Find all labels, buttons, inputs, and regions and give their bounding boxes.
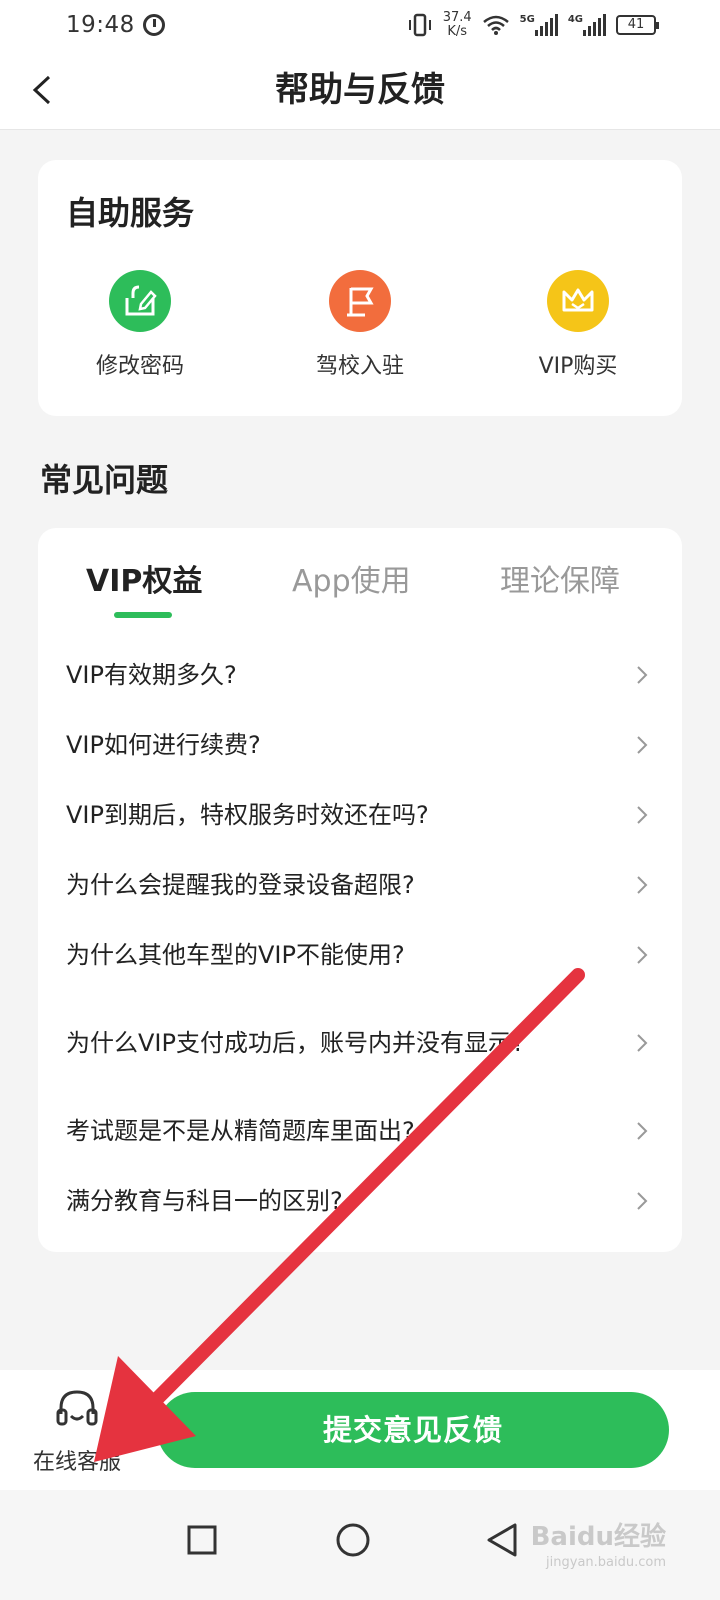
vibrate-icon [408,13,431,37]
chevron-right-icon [637,806,648,824]
change-password-button[interactable]: 修改密码 [50,270,230,380]
network-speed-unit: K/s [447,24,468,39]
square-icon [187,1525,217,1555]
crown-icon [547,270,609,332]
faq-question: 为什么其他车型的VIP不能使用? [66,941,405,969]
faq-item[interactable]: 为什么VIP支付成功后，账号内并没有显示? [38,990,682,1096]
signal-sim2: 4G [568,14,606,36]
battery-icon: 41 [616,15,659,35]
watermark-url: jingyan.baidu.com [546,1555,666,1570]
alarm-icon [142,14,165,36]
self-service-title: 自助服务 [66,194,195,232]
faq-question: 为什么VIP支付成功后，账号内并没有显示? [66,1029,525,1057]
faq-item[interactable]: VIP到期后，特权服务时效还在吗? [38,780,682,850]
vip-purchase-label: VIP购买 [538,354,618,379]
triangle-back-icon [487,1523,517,1557]
wifi-icon [482,15,509,35]
faq-tabs: VIP权益 App使用 理论保障 [38,528,682,628]
sim2-type: 4G [567,14,583,25]
submit-feedback-button[interactable]: 提交意见反馈 [157,1392,669,1468]
signal-sim1: 5G [520,14,558,36]
status-time: 19:48 [66,12,135,38]
chevron-right-icon [637,666,648,684]
signal-bars-icon [583,14,606,36]
battery-level: 41 [627,17,645,32]
tab-theory-guarantee[interactable]: 理论保障 [500,556,620,600]
chevron-right-icon [637,1034,648,1052]
faq-card: VIP权益 App使用 理论保障 VIP有效期多久? VIP如何进行续费? VI… [38,528,682,1252]
faq-item[interactable]: 满分教育与科目一的区别? [38,1166,682,1236]
faq-item[interactable]: VIP如何进行续费? [38,710,682,780]
watermark-logo: Baidu经验 [530,1522,666,1552]
sim1-type: 5G [519,14,535,25]
nav-bar: 帮助与反馈 [0,50,720,130]
faq-question: 满分教育与科目一的区别? [66,1187,343,1215]
faq-item[interactable]: 考试题是不是从精简题库里面出? [38,1096,682,1166]
circle-icon [336,1523,370,1557]
tab-vip-benefits[interactable]: VIP权益 [86,556,202,600]
chevron-right-icon [637,946,648,964]
recent-apps-button[interactable] [172,1510,232,1570]
driving-school-join-button[interactable]: 驾校入驻 [270,270,450,380]
network-speed: 37.4 K/s [443,11,472,39]
chevron-right-icon [637,1122,648,1140]
faq-question: VIP如何进行续费? [66,731,261,759]
flag-icon [329,270,391,332]
chevron-right-icon [637,736,648,754]
edit-lock-icon [109,270,171,332]
active-tab-indicator [114,612,172,618]
faq-item[interactable]: 为什么会提醒我的登录设备超限? [38,850,682,920]
chevron-right-icon [637,876,648,894]
change-password-label: 修改密码 [95,354,184,379]
customer-service-label: 在线客服 [32,1450,121,1475]
tab-app-usage[interactable]: App使用 [292,556,411,600]
vip-purchase-button[interactable]: VIP购买 [488,270,668,380]
status-icons: 37.4 K/s 5G 4G 41 [407,11,659,39]
online-customer-service-button[interactable]: 在线客服 [20,1388,134,1484]
faq-question: VIP有效期多久? [66,661,237,689]
signal-bars-icon [534,14,558,36]
faq-question: 为什么会提醒我的登录设备超限? [66,871,415,899]
network-speed-value: 37.4 [442,10,472,25]
home-button[interactable] [323,1510,383,1570]
back-nav-button[interactable] [472,1510,532,1570]
faq-item[interactable]: VIP有效期多久? [38,640,682,710]
headset-icon [56,1390,98,1426]
faq-question: 考试题是不是从精简题库里面出? [66,1117,415,1145]
driving-school-join-label: 驾校入驻 [315,354,404,379]
faq-section-title: 常见问题 [40,461,169,499]
status-bar: 19:48 37.4 K/s 5G 4G 41 [0,0,720,50]
chevron-right-icon [637,1192,648,1210]
faq-list: VIP有效期多久? VIP如何进行续费? VIP到期后，特权服务时效还在吗? 为… [38,640,682,1236]
self-service-card: 自助服务 修改密码 驾校入驻 VIP购买 [38,160,682,416]
bottom-action-bar: 在线客服 提交意见反馈 [0,1370,720,1490]
faq-question: VIP到期后，特权服务时效还在吗? [66,801,429,829]
page-title: 帮助与反馈 [275,70,445,110]
faq-item[interactable]: 为什么其他车型的VIP不能使用? [38,920,682,990]
